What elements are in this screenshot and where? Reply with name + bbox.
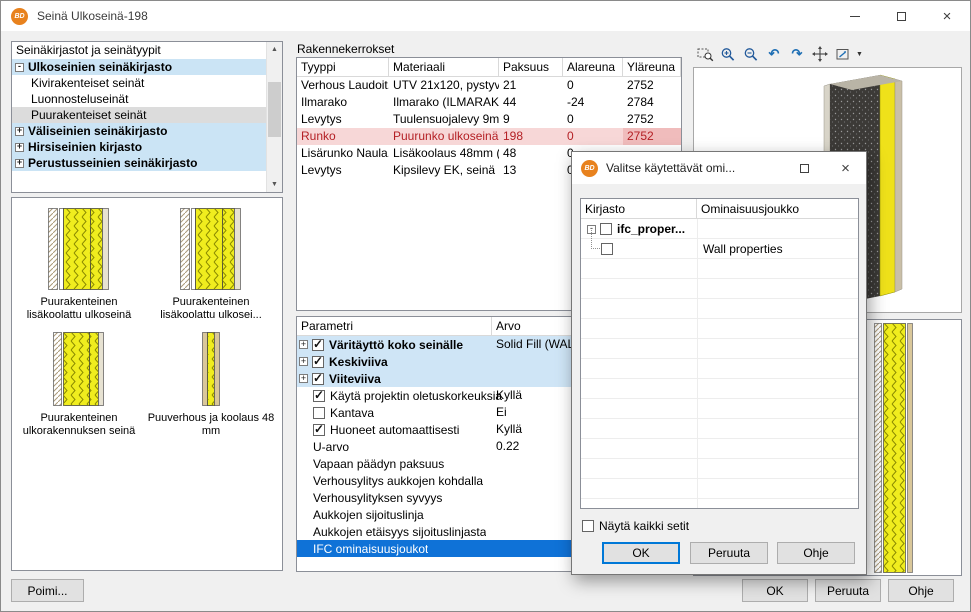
tree-item-puurakenteiset-seinat[interactable]: Puurakenteiset seinät — [12, 107, 266, 123]
property-sets-table: Kirjasto Ominaisuusjoukko ifc_proper... … — [580, 198, 859, 509]
expand-icon[interactable] — [15, 143, 24, 152]
show-all-checkbox[interactable] — [582, 520, 594, 532]
wall-thumbnail-2[interactable]: Puurakenteinen lisäkoolattu ulkosei... — [146, 208, 276, 322]
tree-item-valiseinien-seinakirjasto[interactable]: Väliseinien seinäkirjasto — [12, 123, 266, 139]
param-checkbox[interactable] — [312, 339, 324, 351]
layer-row[interactable]: Verhous Laudoit... UTV 21x120, pystyv...… — [297, 77, 681, 94]
wall-preview-image — [180, 208, 242, 290]
wall-type-gallery: Puurakenteinen lisäkoolattu ulkoseinä Pu… — [11, 197, 283, 571]
wall-library-tree: Seinäkirjastot ja seinätyypit Ulkoseinie… — [11, 41, 283, 193]
modal-title: Valitse käytettävät omi... — [606, 161, 735, 175]
tree-scrollbar[interactable]: ▲ ▼ — [266, 42, 282, 192]
wall-preview-image — [48, 208, 110, 290]
layer-row-selected[interactable]: Runko Puurunko ulkoseinä ... 198 0 2752 — [297, 128, 681, 145]
property-set-checkbox[interactable] — [601, 243, 613, 255]
param-checkbox[interactable] — [312, 373, 324, 385]
modal-titlebar: BD Valitse käytettävät omi... × — [572, 152, 866, 184]
tree-item-ulkoseinien-seinakirjasto[interactable]: Ulkoseinien seinäkirjasto — [12, 59, 266, 75]
cancel-button[interactable]: Peruuta — [815, 579, 881, 602]
wall-thumbnail-3[interactable]: Puurakenteinen ulkorakennuksen seinä — [14, 332, 144, 438]
wall-thumbnail-label: Puurakenteinen lisäkoolattu ulkoseinä — [14, 296, 144, 322]
maximize-button[interactable] — [878, 1, 924, 31]
modal-ok-button[interactable]: OK — [602, 542, 680, 564]
wall-properties-dialog: BD Seinä Ulkoseinä-198 × Seinäkirjastot … — [0, 0, 971, 612]
show-all-sets-option[interactable]: Näytä kaikki setit — [582, 519, 689, 533]
window-title: Seinä Ulkoseinä-198 — [37, 9, 148, 23]
expand-icon[interactable] — [15, 127, 24, 136]
expand-icon[interactable] — [299, 357, 308, 366]
wall-thumbnail-label: Puurakenteinen ulkorakennuksen seinä — [14, 412, 144, 438]
app-logo-icon: BD — [11, 8, 28, 25]
property-library-row[interactable]: ifc_proper... — [581, 219, 858, 239]
maximize-icon — [897, 12, 906, 21]
pan-icon[interactable] — [810, 45, 830, 63]
wall-thumbnail-4[interactable]: Puuverhous ja koolaus 48 mm — [146, 332, 276, 438]
wall-section-render — [874, 323, 918, 573]
modal-cancel-button[interactable]: Peruuta — [690, 542, 768, 564]
wall-preview-image — [202, 332, 220, 406]
expand-icon[interactable] — [299, 374, 308, 383]
minimize-button[interactable] — [832, 1, 878, 31]
wall-thumbnail-label: Puuverhous ja koolaus 48 mm — [146, 412, 276, 438]
minimize-icon — [850, 16, 860, 17]
param-checkbox[interactable] — [313, 407, 325, 419]
tree-item-luonnosteluseinat[interactable]: Luonnosteluseinät — [12, 91, 266, 107]
zoom-in-icon[interactable] — [718, 45, 738, 63]
param-checkbox[interactable] — [312, 356, 324, 368]
select-property-sets-dialog: BD Valitse käytettävät omi... × Kirjasto… — [571, 151, 867, 575]
app-logo-icon: BD — [581, 160, 598, 177]
rotate-cw-icon[interactable]: ↷ — [787, 45, 807, 63]
scroll-down-icon[interactable]: ▼ — [267, 177, 282, 192]
scrollbar-thumb[interactable] — [268, 82, 281, 137]
expand-icon[interactable] — [15, 159, 24, 168]
property-set-row[interactable]: Wall properties — [581, 239, 858, 259]
modal-help-button[interactable]: Ohje — [777, 542, 855, 564]
scroll-up-icon[interactable]: ▲ — [267, 42, 282, 57]
wall-thumbnail-1[interactable]: Puurakenteinen lisäkoolattu ulkoseinä — [14, 208, 144, 322]
tree-item-kivirakenteiset-seinat[interactable]: Kivirakenteiset seinät — [12, 75, 266, 91]
column-divider — [697, 219, 698, 508]
viewer-toolbar: ↶ ↷ ▼ — [695, 44, 866, 64]
close-icon: × — [841, 161, 850, 176]
param-checkbox[interactable] — [313, 424, 325, 436]
ok-button[interactable]: OK — [742, 579, 808, 602]
window-titlebar: BD Seinä Ulkoseinä-198 × — [1, 1, 970, 31]
tree-item-perustusseinien-seinakirjasto[interactable]: Perustusseinien seinäkirjasto — [12, 155, 266, 171]
property-sets-header: Kirjasto Ominaisuusjoukko — [581, 199, 858, 219]
modal-maximize-button[interactable] — [784, 152, 825, 184]
layers-table-header: Tyyppi Materiaali Paksuus Alareuna Yläre… — [297, 58, 681, 77]
rotate-ccw-icon[interactable]: ↶ — [764, 45, 784, 63]
tree-item-hirsiseinien-kirjasto[interactable]: Hirsiseinien kirjasto — [12, 139, 266, 155]
maximize-icon — [800, 164, 809, 173]
property-sets-body: ifc_proper... Wall properties — [581, 219, 858, 508]
close-icon: × — [943, 9, 952, 24]
layer-row[interactable]: Ilmarako Ilmarako (ILMARAKO) 44 -24 2784 — [297, 94, 681, 111]
help-button[interactable]: Ohje — [888, 579, 954, 602]
toolbar-dropdown-icon[interactable]: ▼ — [856, 51, 866, 58]
library-checkbox[interactable] — [600, 223, 612, 235]
layer-row[interactable]: Levytys Tuulensuojalevy 9m... 9 0 2752 — [297, 111, 681, 128]
wall-thumbnail-label: Puurakenteinen lisäkoolattu ulkosei... — [146, 296, 276, 322]
modal-close-button[interactable]: × — [825, 152, 866, 184]
layers-section-title: Rakennekerrokset — [297, 42, 394, 56]
param-checkbox[interactable] — [313, 390, 325, 402]
poimi-button[interactable]: Poimi... — [11, 579, 84, 602]
zoom-out-icon[interactable] — [741, 45, 761, 63]
tree-header: Seinäkirjastot ja seinätyypit — [12, 42, 266, 59]
fit-view-icon[interactable] — [833, 45, 853, 63]
expand-icon[interactable] — [299, 340, 308, 349]
collapse-icon[interactable] — [15, 63, 24, 72]
zoom-window-icon[interactable] — [695, 45, 715, 63]
close-button[interactable]: × — [924, 1, 970, 31]
wall-preview-image — [53, 332, 105, 406]
